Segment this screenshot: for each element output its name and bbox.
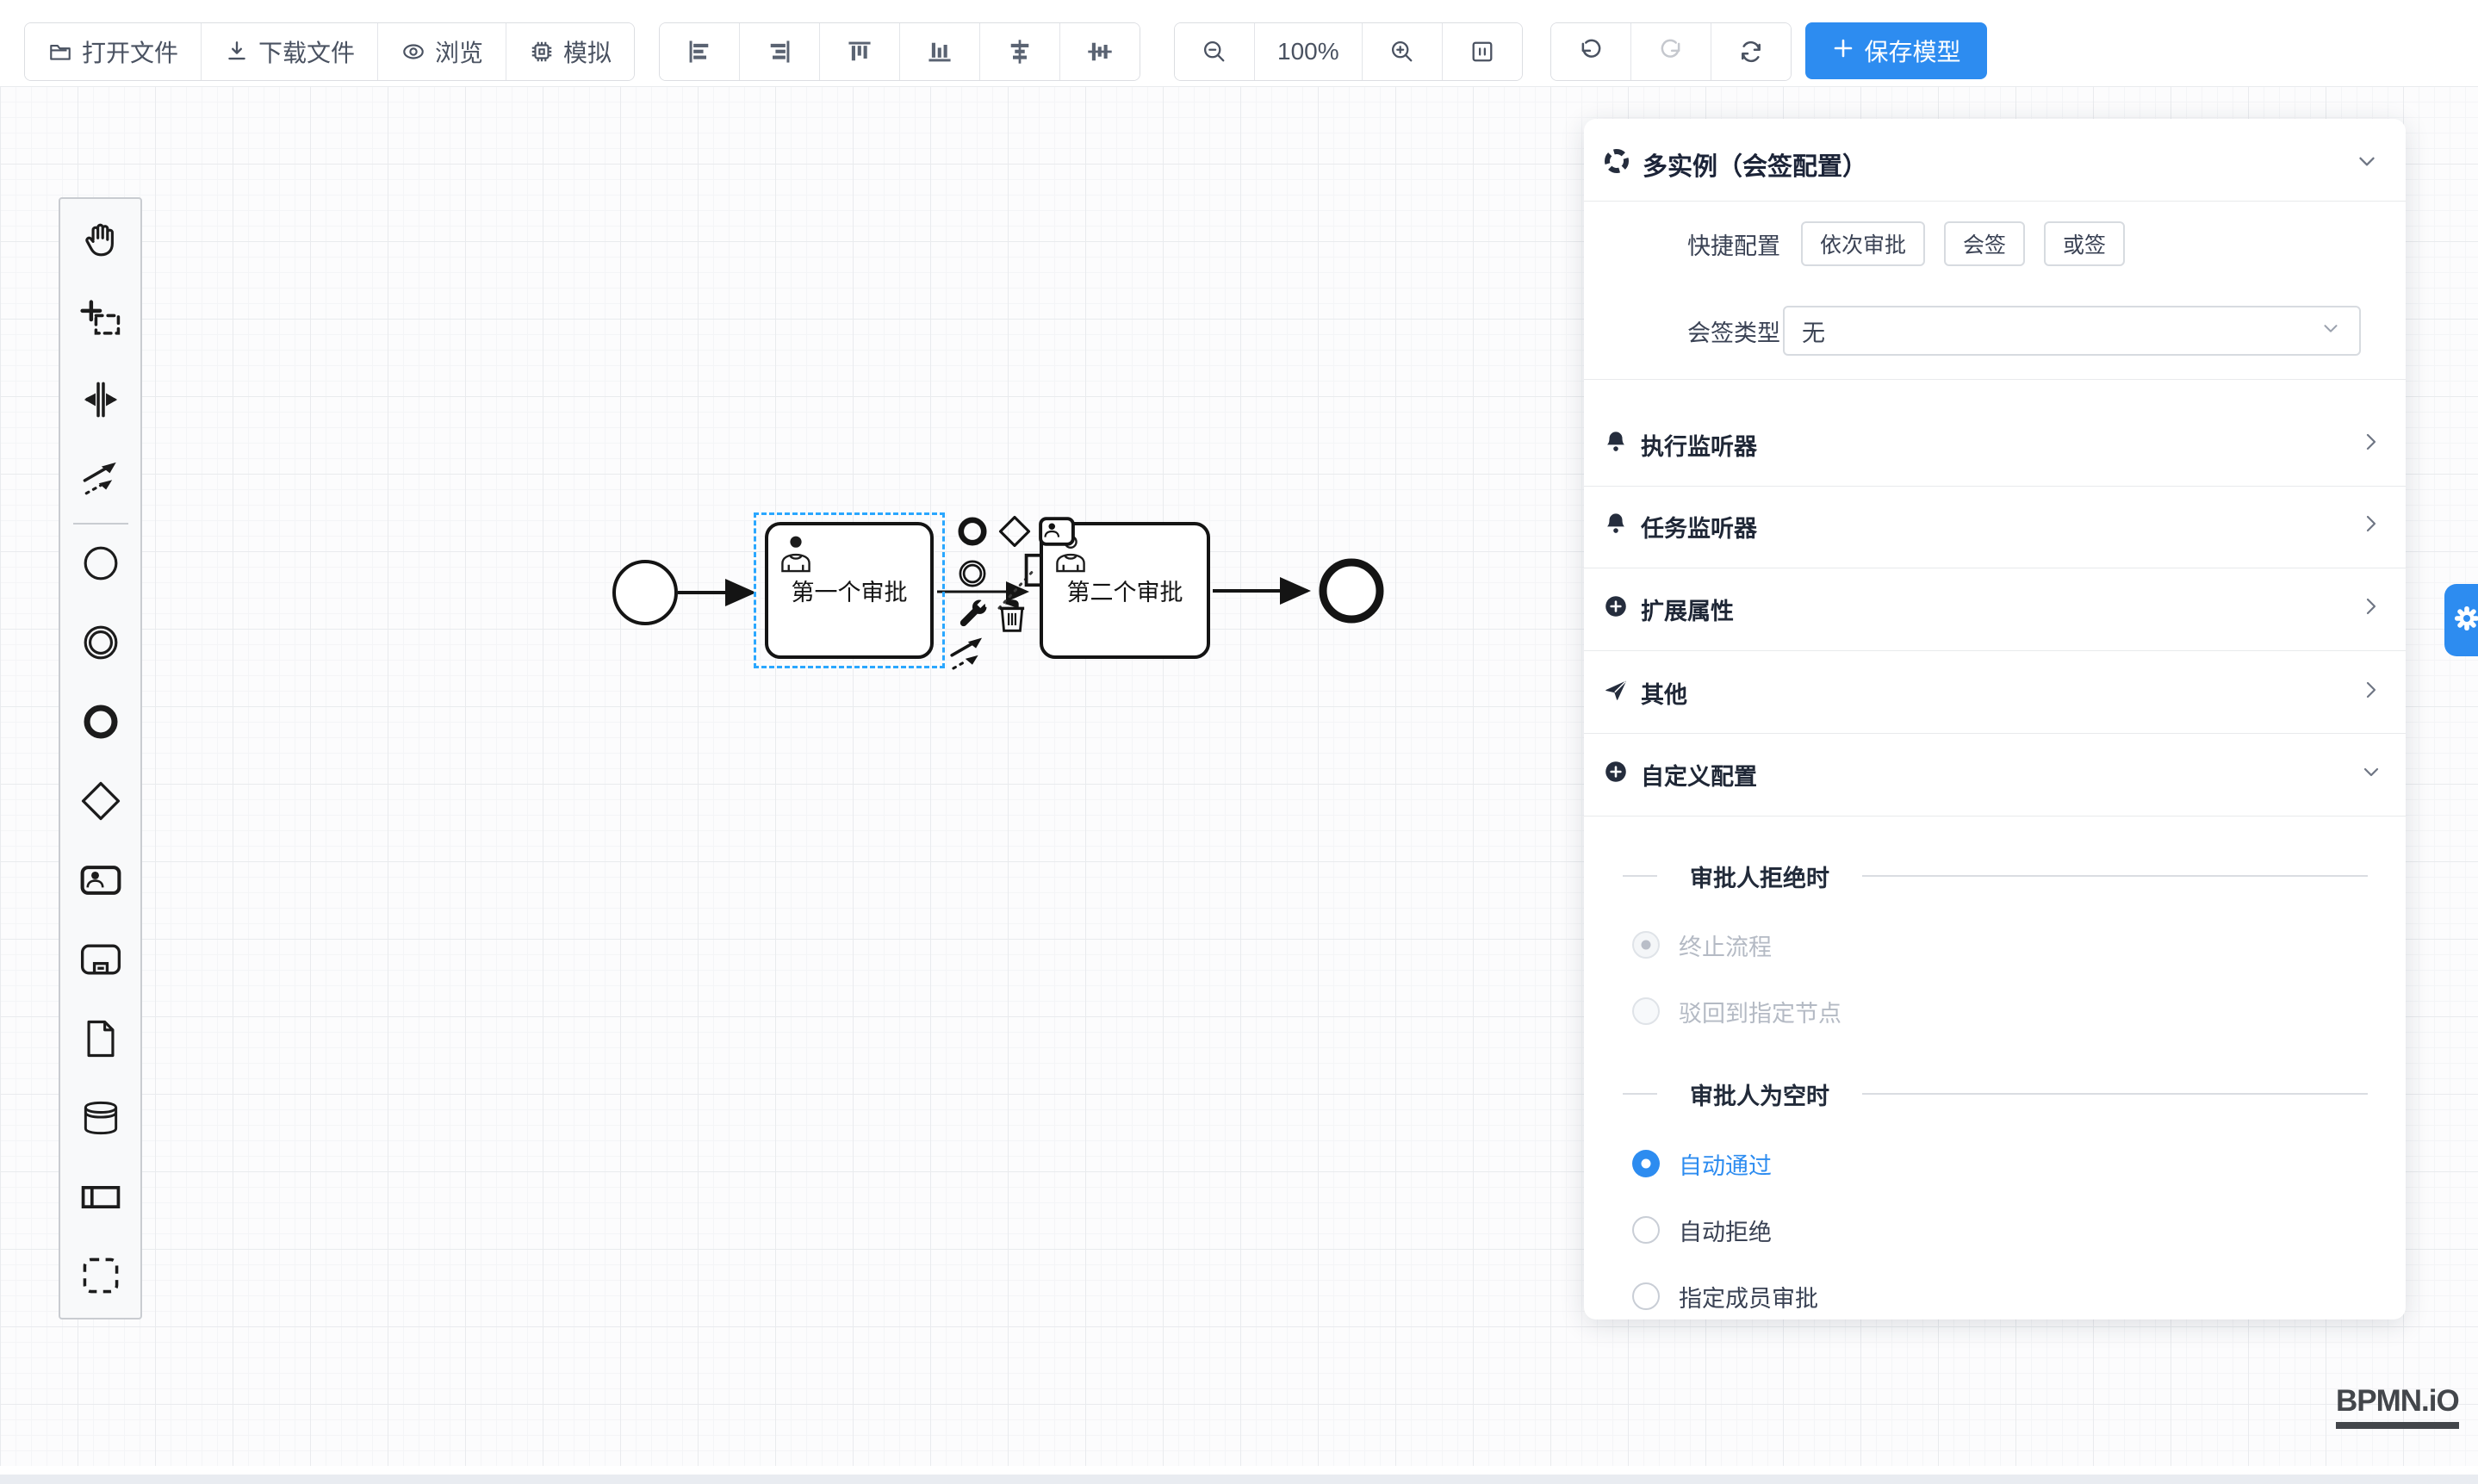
empty-group-title: 审批人为空时 [1623,1073,2368,1115]
contextpad-delete[interactable] [992,598,1032,637]
panel-title: 多实例（会签配置） [1643,146,2342,183]
send-icon [1603,677,1629,709]
contextpad-append-text-annotation[interactable] [1015,552,1054,592]
section-label: 任务监听器 [1641,510,1757,543]
settings-edge-tab[interactable] [2444,584,2478,656]
empty-title-text: 审批人为空时 [1690,1077,1829,1111]
start-event[interactable] [614,562,676,624]
chevron-right-icon [2359,678,2383,708]
contextpad-connect[interactable] [947,636,987,675]
gear-icon [2452,604,2478,637]
end-event[interactable] [1323,562,1380,619]
reject-title-text: 审批人拒绝时 [1690,860,1829,893]
chevron-right-icon [2359,512,2383,542]
quick-option-sequential[interactable]: 依次审批 [1801,221,1925,266]
section-label: 扩展属性 [1641,593,1734,626]
chevron-right-icon [2359,594,2383,624]
gateway-icon [996,512,1034,555]
chevron-right-icon [2359,430,2383,460]
radio-terminate-process[interactable]: 终止流程 [1632,931,1772,959]
chevron-down-icon [2359,760,2383,790]
section-custom-config[interactable]: 自定义配置 [1603,733,2383,816]
sign-type-select[interactable]: 无 [1783,306,2361,356]
section-label: 执行监听器 [1641,428,1757,462]
divider [1584,379,2406,380]
properties-panel: 多实例（会签配置） 快捷配置 依次审批 会签 或签 会签类型 无 [1584,119,2406,1319]
radio-label: 驳回到指定节点 [1679,995,1841,1028]
panel-header[interactable]: 多实例（会签配置） [1603,140,2380,189]
section-other[interactable]: 其他 [1603,651,2383,734]
radio-assign-member[interactable]: 指定成员审批 [1632,1282,1818,1310]
contextpad-append-gateway[interactable] [995,513,1034,553]
user-task-icon [1037,512,1077,556]
radio-icon [1632,1150,1660,1177]
radio-return-to-node[interactable]: 驳回到指定节点 [1632,997,1841,1025]
bottom-scrollbar-track[interactable] [0,1475,2478,1484]
quick-config-label: 快捷配置 [1603,227,1780,261]
radio-label: 指定成员审批 [1679,1280,1818,1313]
user-icon [777,532,815,580]
radio-label: 自动通过 [1679,1147,1772,1181]
contextpad-append-user-task[interactable] [1037,513,1077,553]
section-label: 其他 [1641,676,1687,710]
quick-option-countersign[interactable]: 会签 [1944,221,2025,266]
radio-icon [1632,1216,1660,1244]
quick-config-row: 快捷配置 依次审批 会签 或签 [1603,223,2380,264]
section-label: 自定义配置 [1641,758,1757,792]
text-annotation-icon [1017,551,1052,593]
radio-label: 自动拒绝 [1679,1214,1772,1247]
section-execution-listeners[interactable]: 执行监听器 [1603,403,2383,486]
radio-icon [1632,931,1660,959]
bell-icon [1603,511,1629,543]
contextpad-append-end-event[interactable] [953,513,992,553]
connect-arrows-icon [946,632,989,680]
sign-type-label: 会签类型 [1603,314,1780,348]
plus-circle-icon [1603,593,1629,625]
radio-icon [1632,1282,1660,1310]
bpmn-modeler-app: 打开文件 下载文件 浏览 模拟 [0,0,2478,1484]
multi-instance-icon [1603,147,1630,182]
quick-option-orsign[interactable]: 或签 [2044,221,2125,266]
radio-auto-reject[interactable]: 自动拒绝 [1632,1216,1772,1244]
radio-icon [1632,997,1660,1025]
sign-type-value: 无 [1802,314,2320,348]
radio-auto-approve[interactable]: 自动通过 [1632,1150,1772,1177]
contextpad-append-intermediate-event[interactable] [953,556,992,595]
intermediate-event-icon [954,556,991,596]
section-extended-properties[interactable]: 扩展属性 [1603,568,2383,650]
bpmn-io-logo[interactable]: BPMN.iO [2336,1385,2459,1429]
chevron-down-icon [2354,148,2380,181]
divider [1584,201,2406,202]
task-first-approval[interactable]: 第一个审批 [765,522,934,659]
chevron-down-icon [2320,317,2342,345]
section-task-listeners[interactable]: 任务监听器 [1603,485,2383,568]
divider [1584,816,2406,817]
bell-icon [1603,429,1629,461]
reject-group-title: 审批人拒绝时 [1623,855,2368,897]
radio-label: 终止流程 [1679,928,1772,962]
end-event-icon [954,513,991,554]
trash-icon [995,597,1029,639]
plus-circle-icon [1603,759,1629,791]
